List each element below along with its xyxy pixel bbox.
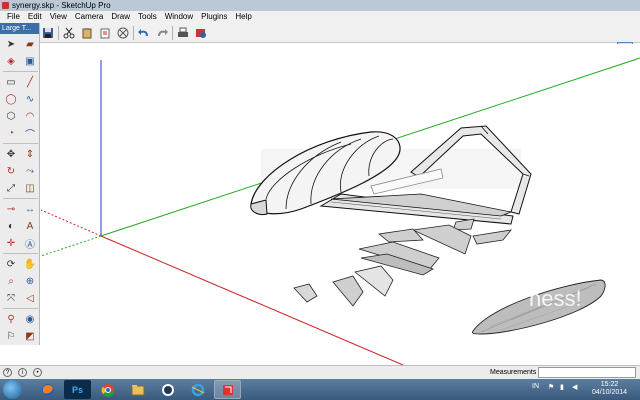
windows-taskbar: Ps IN ⚑ ▮ ◀ 15:22 04/10/2014 <box>0 379 640 400</box>
menu-plugins[interactable]: Plugins <box>197 11 231 23</box>
menu-camera[interactable]: Camera <box>71 11 107 23</box>
tool-separator <box>3 253 38 255</box>
tool-separator <box>3 71 38 73</box>
select-icon[interactable]: ➤ <box>3 36 19 52</box>
scale-icon[interactable]: ⤢ <box>3 180 19 196</box>
ie-icon[interactable] <box>184 380 211 399</box>
menu-bar: File Edit View Camera Draw Tools Window … <box>0 11 640 23</box>
explorer-icon[interactable] <box>124 380 151 399</box>
status-bar: ? i • Measurements <box>0 365 640 379</box>
paint-bucket-icon[interactable]: ◈ <box>3 53 19 69</box>
polygon-icon[interactable]: ⬡ <box>3 108 19 124</box>
two-point-arc-icon[interactable]: ⌒ <box>22 125 38 141</box>
push-pull-icon[interactable]: ⇕ <box>22 146 38 162</box>
start-button[interactable] <box>3 380 22 399</box>
menu-tools[interactable]: Tools <box>134 11 161 23</box>
chrome-icon[interactable] <box>94 380 121 399</box>
section-plane-icon[interactable]: ◩ <box>22 328 38 344</box>
zoom-window-icon[interactable]: ⊕ <box>22 273 38 289</box>
toolbar-separator <box>58 26 59 40</box>
tool-grid: ➤ ▰ ◈ ▣ ▭ ╱ ◯ ∿ ⬡ ◠ ◔ ⌒ ✥ ⇕ ↻ ⤳ ⤢ ◫ ⊸ ↔ ◐ A ✛ Ⓐ ⟳ ✋ ⌕ ⊕ ⤧ ◁ ⚲ ◉ ⚐ ◩ <box>0 34 39 346</box>
photoshop-label: Ps <box>71 384 83 395</box>
language-indicator[interactable]: IN <box>532 383 539 390</box>
protractor-icon[interactable]: ◐ <box>3 218 19 234</box>
3d-text-icon[interactable]: Ⓐ <box>22 235 38 251</box>
measurements-box[interactable] <box>538 367 636 378</box>
standard-toolbar <box>0 23 640 43</box>
red-axis <box>100 235 404 365</box>
previous-view-icon[interactable]: ◁ <box>22 290 38 306</box>
window-title: synergy.skp - SketchUp Pro <box>12 1 111 10</box>
walk-icon[interactable]: ⚐ <box>3 328 19 344</box>
arc-icon[interactable]: ◠ <box>22 108 38 124</box>
red-axis-negative <box>41 209 102 237</box>
text-icon[interactable]: A <box>22 218 38 234</box>
save-icon[interactable] <box>40 25 56 41</box>
menu-help[interactable]: Help <box>231 11 255 23</box>
pan-icon[interactable]: ✋ <box>22 256 38 272</box>
paste-icon[interactable] <box>79 25 95 41</box>
tray-volume-icon[interactable]: ◀ <box>572 383 577 391</box>
credits-icon[interactable]: i <box>18 368 27 377</box>
tool-separator <box>3 143 38 145</box>
firefox-icon[interactable] <box>34 380 61 399</box>
zoom-icon[interactable]: ⌕ <box>3 273 19 289</box>
axes-icon[interactable]: ✛ <box>3 235 19 251</box>
position-camera-icon[interactable]: ⚲ <box>3 311 19 327</box>
title-bar: synergy.skp - SketchUp Pro <box>0 0 640 11</box>
menu-draw[interactable]: Draw <box>107 11 134 23</box>
menu-view[interactable]: View <box>46 11 71 23</box>
sketchup-icon[interactable] <box>214 380 241 399</box>
orbit-icon[interactable]: ⟳ <box>3 256 19 272</box>
rectangle-icon[interactable]: ▭ <box>3 74 19 90</box>
tape-measure-icon[interactable]: ⊸ <box>3 201 19 217</box>
move-icon[interactable]: ✥ <box>3 146 19 162</box>
tray-flag-icon[interactable]: ⚑ <box>548 383 554 391</box>
user-icon[interactable]: • <box>33 368 42 377</box>
clock-time: 15:22 <box>600 381 619 388</box>
dimension-icon[interactable]: ↔ <box>22 201 38 217</box>
flat-panels <box>293 218 606 335</box>
toolbar-separator <box>172 26 173 40</box>
rotate-icon[interactable]: ↻ <box>3 163 19 179</box>
pie-icon[interactable]: ◔ <box>3 125 19 141</box>
system-clock[interactable]: 15:22 04/10/2014 <box>592 381 627 397</box>
menu-file[interactable]: File <box>3 11 24 23</box>
cut-icon[interactable] <box>61 25 77 41</box>
look-around-icon[interactable]: ◉ <box>22 311 38 327</box>
redo-icon[interactable] <box>154 25 170 41</box>
zoom-extents-icon[interactable]: ⤧ <box>3 290 19 306</box>
clock-date: 04/10/2014 <box>592 389 628 396</box>
model-scene: ness! <box>41 57 640 365</box>
menu-window[interactable]: Window <box>161 11 197 23</box>
measurements-label: Measurements <box>490 369 537 376</box>
menu-edit[interactable]: Edit <box>24 11 46 23</box>
erase-icon[interactable] <box>97 25 113 41</box>
component-icon[interactable]: ▣ <box>22 53 38 69</box>
circle-icon[interactable]: ◯ <box>3 91 19 107</box>
photoshop-icon[interactable]: Ps <box>64 380 91 399</box>
canvas-watermark: ness! <box>529 286 582 311</box>
large-tool-set-panel: Large T... ➤ ▰ ◈ ▣ ▭ ╱ ◯ ∿ ⬡ ◠ ◔ ⌒ ✥ ⇕ ↻ ⤳ ⤢ ◫ ⊸ ↔ ◐ A ✛ Ⓐ ⟳ ✋ ⌕ ⊕ ⤧… <box>0 23 40 345</box>
green-axis-negative <box>41 235 102 257</box>
tool-panel-title[interactable]: Large T... <box>0 23 39 34</box>
model-info-icon[interactable] <box>193 25 209 41</box>
follow-me-icon[interactable]: ⤳ <box>22 163 38 179</box>
sketchup-app-icon <box>2 2 9 9</box>
tool-separator <box>3 308 38 310</box>
toolbar-separator <box>133 26 134 40</box>
geo-location-icon[interactable]: ? <box>3 368 12 377</box>
tray-network-icon[interactable]: ▮ <box>560 383 564 391</box>
print-icon[interactable] <box>175 25 191 41</box>
line-icon[interactable]: ╱ <box>22 74 38 90</box>
offset-icon[interactable]: ◫ <box>22 180 38 196</box>
tool-separator <box>3 198 38 200</box>
freehand-icon[interactable]: ∿ <box>22 91 38 107</box>
delete-icon[interactable] <box>115 25 131 41</box>
eraser-icon[interactable]: ▰ <box>22 36 38 52</box>
steam-icon[interactable] <box>154 380 181 399</box>
model-viewport[interactable]: ness! <box>41 44 640 365</box>
undo-icon[interactable] <box>136 25 152 41</box>
